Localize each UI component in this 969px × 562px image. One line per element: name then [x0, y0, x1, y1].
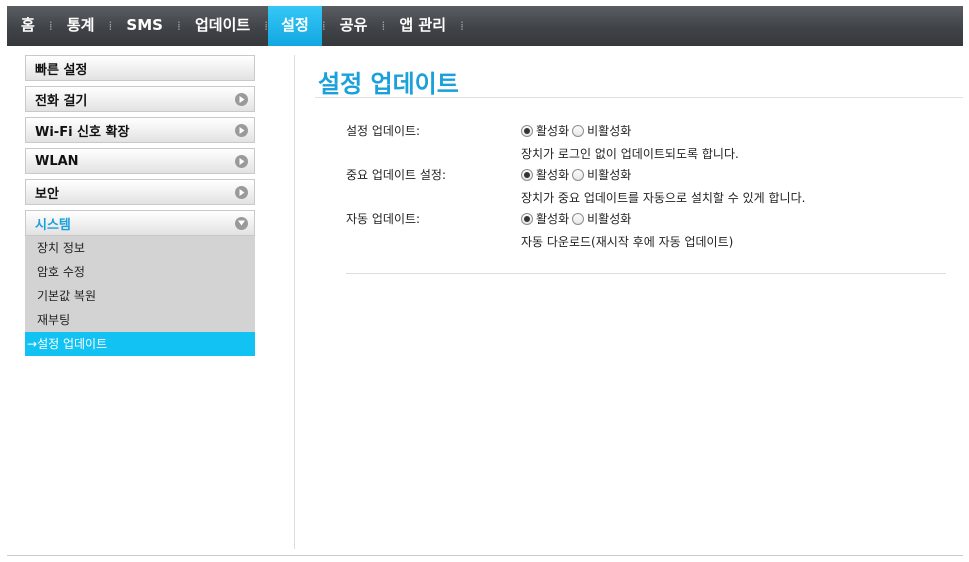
nav-app-management[interactable]: 앱 관리 [385, 6, 460, 46]
radio-label-disable: 비활성화 [587, 168, 632, 182]
auto-update-options: 활성화 비활성화 [521, 210, 634, 227]
sidebar-item-wlan[interactable]: WLAN [25, 148, 255, 174]
nav-sms[interactable]: SMS [112, 6, 177, 46]
sidebar-item-dial[interactable]: 전화 걸기 [25, 86, 255, 112]
content-divider [346, 273, 946, 274]
nav-sharing[interactable]: 공유 [326, 6, 382, 46]
config-update-enable-radio[interactable] [521, 124, 533, 137]
sidebar-item-label: 보안 [35, 186, 59, 202]
config-update-disable-radio[interactable] [572, 124, 585, 137]
nav-update[interactable]: 업데이트 [181, 6, 264, 46]
critical-update-description: 장치가 중요 업데이트를 자동으로 설치할 수 있게 합니다. [521, 191, 806, 205]
sidebar-item-label: 빠른 설정 [35, 62, 88, 78]
nav-separator: ⁞ [460, 19, 464, 33]
submenu-item-reboot[interactable]: 재부팅 [25, 308, 255, 332]
nav-home[interactable]: 홈 [7, 6, 49, 46]
submenu-item-device-info[interactable]: 장치 정보 [25, 236, 255, 260]
config-update-description: 장치가 로그인 없이 업데이트되도록 합니다. [521, 147, 739, 161]
chevron-right-icon [235, 123, 248, 137]
submenu-item-settings-update[interactable]: →설정 업데이트 [25, 332, 255, 356]
sidebar: 빠른 설정 전화 걸기 Wi-Fi 신호 확장 WLAN 보안 시스템 장치 정… [25, 55, 255, 356]
footer-divider [7, 555, 963, 556]
sidebar-item-security[interactable]: 보안 [25, 179, 255, 205]
sidebar-item-label: 전화 걸기 [35, 93, 88, 109]
setting-label-auto-update: 자동 업데이트: [346, 212, 421, 226]
sidebar-item-system[interactable]: 시스템 [25, 210, 255, 236]
radio-label-enable: 활성화 [536, 212, 570, 226]
submenu-item-label: 설정 업데이트 [37, 337, 108, 351]
radio-label-enable: 활성화 [536, 124, 570, 138]
sidebar-item-label: Wi-Fi 신호 확장 [35, 124, 130, 140]
auto-update-enable-radio[interactable] [521, 212, 533, 225]
radio-label-disable: 비활성화 [587, 124, 632, 138]
submenu-item-change-password[interactable]: 암호 수정 [25, 260, 255, 284]
sidebar-item-wifi-extender[interactable]: Wi-Fi 신호 확장 [25, 117, 255, 143]
critical-update-options: 활성화 비활성화 [521, 166, 634, 183]
sidebar-item-label: 시스템 [35, 217, 71, 233]
radio-label-disable: 비활성화 [587, 212, 632, 226]
title-divider [315, 97, 963, 98]
chevron-right-icon [235, 92, 248, 106]
setting-label-critical-update: 중요 업데이트 설정: [346, 168, 446, 182]
setting-label-config-update: 설정 업데이트: [346, 124, 421, 138]
sidebar-item-quick-setup[interactable]: 빠른 설정 [25, 55, 255, 81]
radio-label-enable: 활성화 [536, 168, 570, 182]
config-update-options: 활성화 비활성화 [521, 122, 634, 139]
arrow-right-icon: → [27, 337, 38, 351]
chevron-right-icon [235, 185, 248, 199]
auto-update-disable-radio[interactable] [572, 212, 585, 225]
nav-settings[interactable]: 설정 [268, 6, 322, 46]
critical-update-enable-radio[interactable] [521, 168, 533, 181]
sidebar-item-label: WLAN [35, 153, 79, 169]
top-navigation: 홈 ⁞ 통계 ⁞ SMS ⁞ 업데이트 ⁞ 설정 ⁞ 공유 ⁞ 앱 관리 ⁞ [7, 6, 963, 46]
system-submenu: 장치 정보 암호 수정 기본값 복원 재부팅 →설정 업데이트 [25, 236, 255, 356]
nav-statistics[interactable]: 통계 [53, 6, 109, 46]
auto-update-description: 자동 다운로드(재시작 후에 자동 업데이트) [521, 235, 734, 249]
submenu-item-restore-defaults[interactable]: 기본값 복원 [25, 284, 255, 308]
page-title: 설정 업데이트 [318, 70, 459, 98]
vertical-divider [294, 55, 295, 549]
chevron-right-icon [235, 154, 248, 168]
chevron-down-icon [235, 216, 248, 230]
critical-update-disable-radio[interactable] [572, 168, 585, 181]
